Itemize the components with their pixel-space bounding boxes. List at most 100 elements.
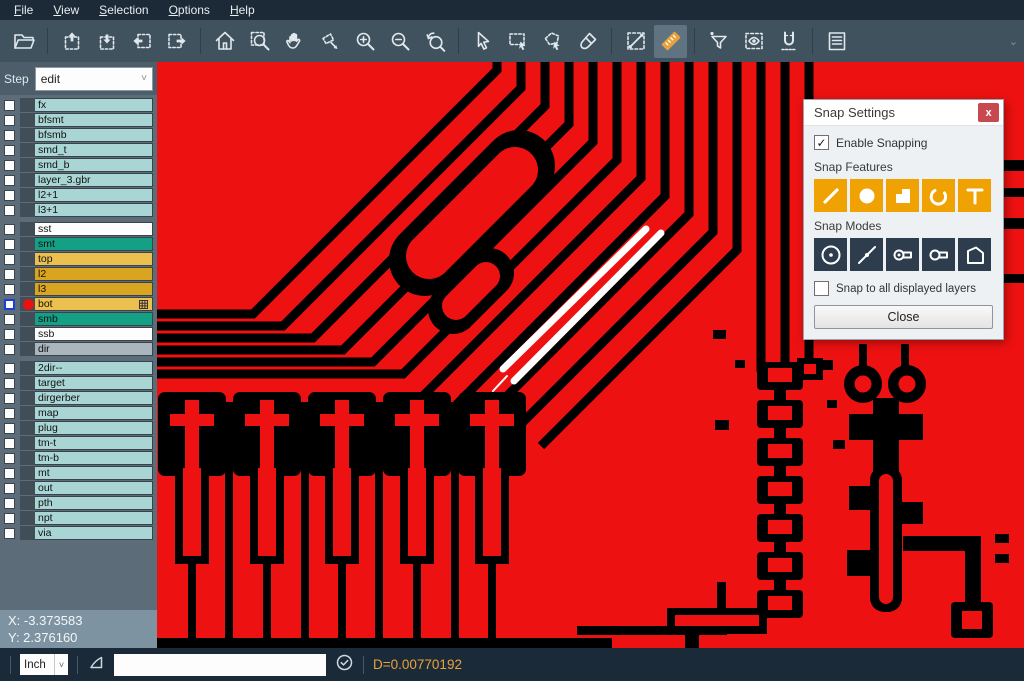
layer-checkbox[interactable] (4, 363, 15, 374)
layer-row-ssb[interactable]: ssb (0, 327, 157, 341)
snap-mode-point-on-line-button[interactable] (850, 238, 883, 271)
snap-magnet-icon[interactable] (772, 25, 805, 58)
clean-brush-icon[interactable] (571, 25, 604, 58)
layer-checkbox[interactable] (4, 329, 15, 340)
layer-checkbox[interactable] (4, 344, 15, 355)
layer-checkbox[interactable] (4, 224, 15, 235)
layer-row-bfsmt[interactable]: bfsmt (0, 113, 157, 127)
select-pointer-icon[interactable] (466, 25, 499, 58)
layer-row-pth[interactable]: pth (0, 496, 157, 510)
layer-row-smd_b[interactable]: smd_b (0, 158, 157, 172)
layer-row-plug[interactable]: plug (0, 421, 157, 435)
layer-row-out[interactable]: out (0, 481, 157, 495)
snap-mode-slot-button[interactable] (922, 238, 955, 271)
layer-checkbox[interactable] (4, 254, 15, 265)
layer-checkbox[interactable] (4, 160, 15, 171)
import-right-icon[interactable] (160, 25, 193, 58)
measure-ruler-icon[interactable] (654, 25, 687, 58)
zoom-previous-icon[interactable] (418, 25, 451, 58)
layer-checkbox[interactable] (4, 528, 15, 539)
import-bottom-icon[interactable] (90, 25, 123, 58)
layer-checkbox[interactable] (4, 468, 15, 479)
layer-row-sst[interactable]: sst (0, 222, 157, 236)
layer-row-bot[interactable]: bot (0, 297, 157, 311)
layer-row-layer_3.gbr[interactable]: layer_3.gbr (0, 173, 157, 187)
snap-all-layers-row[interactable]: Snap to all displayed layers (814, 281, 993, 296)
layer-checkbox[interactable] (4, 299, 15, 310)
snap-mode-center-button[interactable] (814, 238, 847, 271)
layer-row-smd_t[interactable]: smd_t (0, 143, 157, 157)
select-rectangle-icon[interactable] (501, 25, 534, 58)
snap-mode-profile-button[interactable] (958, 238, 991, 271)
menu-view[interactable]: View (43, 1, 89, 19)
angle-corner-icon[interactable] (87, 653, 105, 676)
layer-row-dirgerber[interactable]: dirgerber (0, 391, 157, 405)
layer-checkbox[interactable] (4, 483, 15, 494)
close-icon[interactable]: x (978, 103, 999, 122)
snap-feature-text-button[interactable] (958, 179, 991, 212)
layer-row-npt[interactable]: npt (0, 511, 157, 525)
layer-checkbox[interactable] (4, 378, 15, 389)
layer-checkbox[interactable] (4, 498, 15, 509)
import-top-icon[interactable] (55, 25, 88, 58)
menu-file[interactable]: File (4, 1, 43, 19)
layer-checkbox[interactable] (4, 513, 15, 524)
layer-checkbox[interactable] (4, 453, 15, 464)
menu-help[interactable]: Help (220, 1, 265, 19)
layer-checkbox[interactable] (4, 190, 15, 201)
layer-checkbox[interactable] (4, 175, 15, 186)
snap-feature-arc-button[interactable] (922, 179, 955, 212)
layer-checkbox[interactable] (4, 100, 15, 111)
layer-checkbox[interactable] (4, 145, 15, 156)
layer-checkbox[interactable] (4, 239, 15, 250)
layer-row-map[interactable]: map (0, 406, 157, 420)
close-button[interactable]: Close (814, 305, 993, 329)
command-input[interactable] (114, 654, 326, 676)
layer-checkbox[interactable] (4, 393, 15, 404)
layer-checkbox[interactable] (4, 314, 15, 325)
sync-check-icon[interactable] (335, 653, 354, 677)
layer-row-dir[interactable]: dir (0, 342, 157, 356)
measure-line-icon[interactable] (619, 25, 652, 58)
layer-row-l2[interactable]: l2 (0, 267, 157, 281)
select-polygon-icon[interactable] (536, 25, 569, 58)
layer-checkbox[interactable] (4, 438, 15, 449)
layer-checkbox[interactable] (4, 423, 15, 434)
layer-row-smt[interactable]: smt (0, 237, 157, 251)
folder-open-icon[interactable] (7, 25, 40, 58)
import-left-icon[interactable] (125, 25, 158, 58)
layer-row-smb[interactable]: smb (0, 312, 157, 326)
layer-row-tm-b[interactable]: tm-b (0, 451, 157, 465)
layer-row-l2+1[interactable]: l2+1 (0, 188, 157, 202)
home-icon[interactable] (208, 25, 241, 58)
menu-options[interactable]: Options (159, 1, 220, 19)
layer-row-l3+1[interactable]: l3+1 (0, 203, 157, 217)
view-window-icon[interactable] (737, 25, 770, 58)
pan-hand-icon[interactable] (278, 25, 311, 58)
layer-row-top[interactable]: top (0, 252, 157, 266)
snap-mode-slot-key-button[interactable] (886, 238, 919, 271)
enable-snapping-checkbox[interactable]: ✓ (814, 135, 829, 150)
layer-checkbox[interactable] (4, 115, 15, 126)
layer-checkbox[interactable] (4, 205, 15, 216)
snap-feature-pad-button[interactable] (850, 179, 883, 212)
dialog-titlebar[interactable]: Snap Settings x (804, 100, 1003, 126)
transform-polygon-icon[interactable] (313, 25, 346, 58)
layer-checkbox[interactable] (4, 284, 15, 295)
layer-row-target[interactable]: target (0, 376, 157, 390)
layer-row-2dir--[interactable]: 2dir-- (0, 361, 157, 375)
layer-row-tm-t[interactable]: tm-t (0, 436, 157, 450)
layer-row-bfsmb[interactable]: bfsmb (0, 128, 157, 142)
zoom-in-icon[interactable] (348, 25, 381, 58)
enable-snapping-row[interactable]: ✓ Enable Snapping (814, 135, 993, 150)
layer-checkbox[interactable] (4, 130, 15, 141)
layer-checkbox[interactable] (4, 269, 15, 280)
layer-row-fx[interactable]: fx (0, 98, 157, 112)
zoom-out-icon[interactable] (383, 25, 416, 58)
snap-feature-surface-button[interactable] (886, 179, 919, 212)
zoom-window-icon[interactable] (243, 25, 276, 58)
report-list-icon[interactable] (820, 25, 853, 58)
menu-selection[interactable]: Selection (89, 1, 158, 19)
layer-row-mt[interactable]: mt (0, 466, 157, 480)
pcb-canvas[interactable]: Snap Settings x ✓ Enable Snapping Snap F… (157, 62, 1024, 648)
